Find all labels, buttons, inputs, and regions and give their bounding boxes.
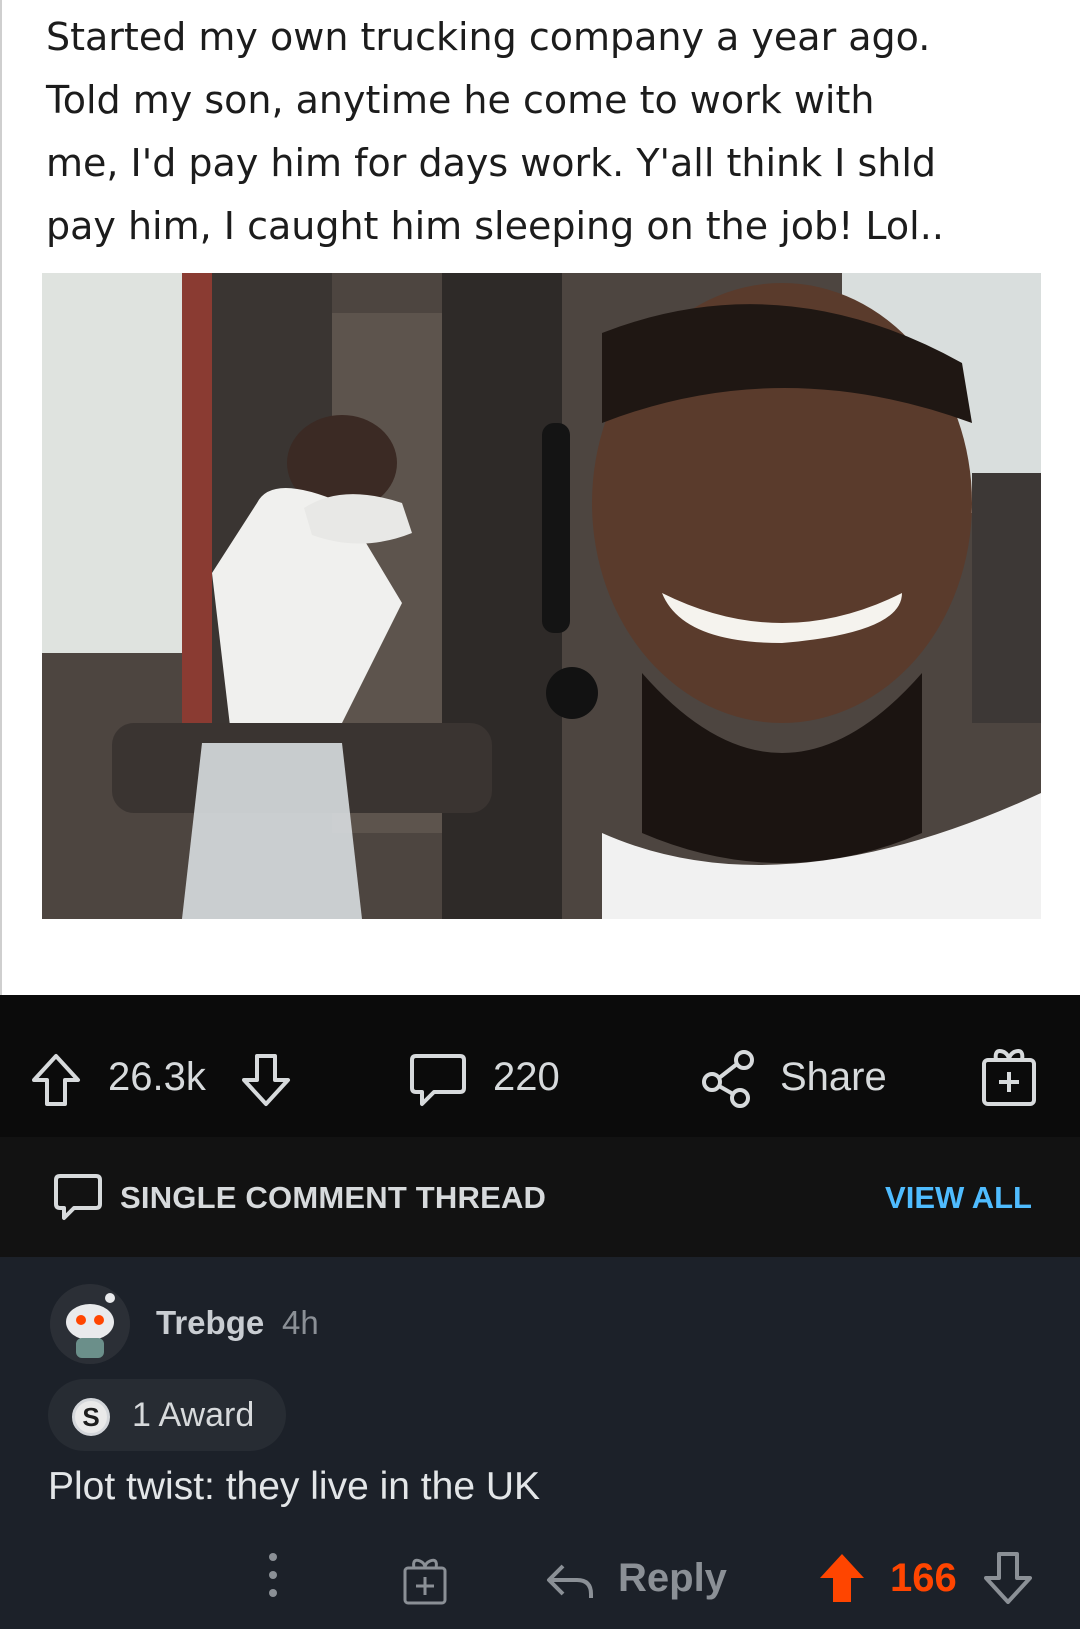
comment-body: Plot twist: they live in the UK: [48, 1465, 541, 1508]
avatar[interactable]: [50, 1284, 130, 1364]
share-icon[interactable]: [700, 1048, 756, 1108]
upvote-icon[interactable]: [30, 1052, 82, 1108]
reply-button[interactable]: Reply: [618, 1556, 727, 1601]
comment-award-gift-icon[interactable]: [402, 1556, 448, 1606]
award-gift-icon[interactable]: [980, 1046, 1038, 1108]
view-all-link[interactable]: VIEW ALL: [885, 1180, 1032, 1216]
vote-count: 26.3k: [108, 1055, 206, 1099]
silver-award-icon: S: [72, 1398, 110, 1436]
comment-downvote-icon[interactable]: [984, 1552, 1032, 1604]
post-image[interactable]: Started my own trucking company a year a…: [0, 0, 1080, 995]
thread-label: SINGLE COMMENT THREAD: [120, 1180, 547, 1215]
comment-username[interactable]: Trebge: [156, 1304, 264, 1342]
comment-thread-icon: [54, 1174, 102, 1220]
share-label[interactable]: Share: [780, 1055, 887, 1100]
post-photo: [42, 273, 1041, 919]
comment-count[interactable]: 220: [493, 1055, 560, 1100]
post-caption-text: Started my own trucking company a year a…: [46, 15, 944, 248]
more-options-icon[interactable]: [268, 1553, 278, 1609]
downvote-icon[interactable]: [240, 1052, 292, 1108]
comment-timestamp: 4h: [282, 1304, 319, 1341]
award-count-label: 1 Award: [132, 1396, 255, 1434]
reply-icon[interactable]: [545, 1562, 595, 1602]
comment-score: 166: [890, 1556, 957, 1600]
comment-upvote-icon[interactable]: [818, 1552, 866, 1604]
comment-icon[interactable]: [408, 1050, 468, 1110]
